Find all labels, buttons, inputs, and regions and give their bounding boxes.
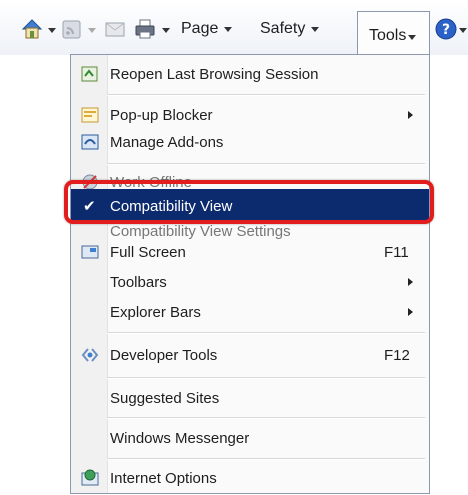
popup-blocker-icon — [80, 105, 100, 125]
internet-options-icon — [80, 468, 100, 488]
developer-tools-icon — [80, 345, 100, 365]
submenu-arrow-icon — [408, 111, 413, 119]
command-bar: Page Safety Tools ? — [0, 0, 468, 55]
reopen-icon — [80, 64, 100, 84]
submenu-arrow-icon — [408, 278, 413, 286]
menu-item-label: Full Screen — [110, 244, 186, 261]
menu-item-label: Internet Options — [110, 470, 217, 487]
svg-text:?: ? — [442, 22, 450, 38]
menu-separator — [107, 417, 425, 419]
tools-menu-label: Tools — [369, 27, 407, 44]
safety-menu-label: Safety — [260, 20, 306, 37]
menu-item-suggested-sites[interactable]: Suggested Sites — [71, 381, 429, 415]
menu-item-windows-messenger[interactable]: Windows Messenger — [71, 421, 429, 455]
menu-item-label: Suggested Sites — [110, 390, 220, 407]
feeds-dropdown-arrow[interactable] — [88, 28, 96, 33]
addons-icon — [80, 132, 100, 152]
read-mail-icon[interactable] — [103, 17, 127, 41]
feeds-icon[interactable] — [60, 17, 84, 41]
safety-menu-button[interactable]: Safety — [260, 17, 320, 41]
menu-item-label: Windows Messenger — [110, 430, 250, 447]
tools-dropdown-menu: Reopen Last Browsing Session Pop-up Bloc… — [70, 54, 430, 494]
home-dropdown-arrow[interactable] — [48, 28, 56, 33]
menu-item-label: Reopen Last Browsing Session — [110, 66, 319, 83]
chevron-down-icon — [311, 26, 320, 32]
help-dropdown-arrow[interactable] — [459, 28, 467, 33]
menu-item-label: Manage Add-ons — [110, 134, 224, 151]
menu-item-label: Toolbars — [110, 274, 167, 291]
page-menu-label: Page — [181, 20, 219, 37]
menu-item-shortcut: F12 — [384, 347, 410, 364]
full-screen-icon — [80, 242, 100, 262]
menu-separator — [107, 332, 425, 334]
submenu-arrow-icon — [408, 308, 413, 316]
menu-item-reopen-last-session[interactable]: Reopen Last Browsing Session — [71, 57, 429, 91]
home-icon[interactable] — [20, 17, 44, 41]
menu-item-developer-tools[interactable]: Developer Tools F12 — [71, 338, 429, 372]
menu-separator — [107, 458, 425, 460]
menu-item-label: Developer Tools — [110, 347, 218, 364]
menu-item-shortcut: F11 — [384, 244, 409, 261]
print-dropdown-arrow[interactable] — [162, 28, 170, 33]
chevron-down-icon — [224, 26, 233, 32]
chevron-down-icon — [408, 35, 416, 40]
highlight-callout — [64, 180, 434, 224]
menu-item-manage-addons[interactable]: Manage Add-ons — [71, 125, 429, 159]
menu-item-toolbars[interactable]: Toolbars — [71, 265, 429, 299]
menu-item-label: Explorer Bars — [110, 304, 201, 321]
menu-item-label: Pop-up Blocker — [110, 107, 213, 124]
menu-item-full-screen[interactable]: Full Screen F11 — [71, 235, 429, 269]
menu-item-explorer-bars[interactable]: Explorer Bars — [71, 295, 429, 329]
page-menu-button[interactable]: Page — [181, 17, 233, 41]
print-icon[interactable] — [133, 17, 157, 41]
menu-separator — [107, 94, 425, 96]
tools-menu-button[interactable]: Tools — [357, 11, 430, 55]
help-icon[interactable]: ? — [434, 17, 458, 41]
menu-separator — [107, 377, 425, 379]
